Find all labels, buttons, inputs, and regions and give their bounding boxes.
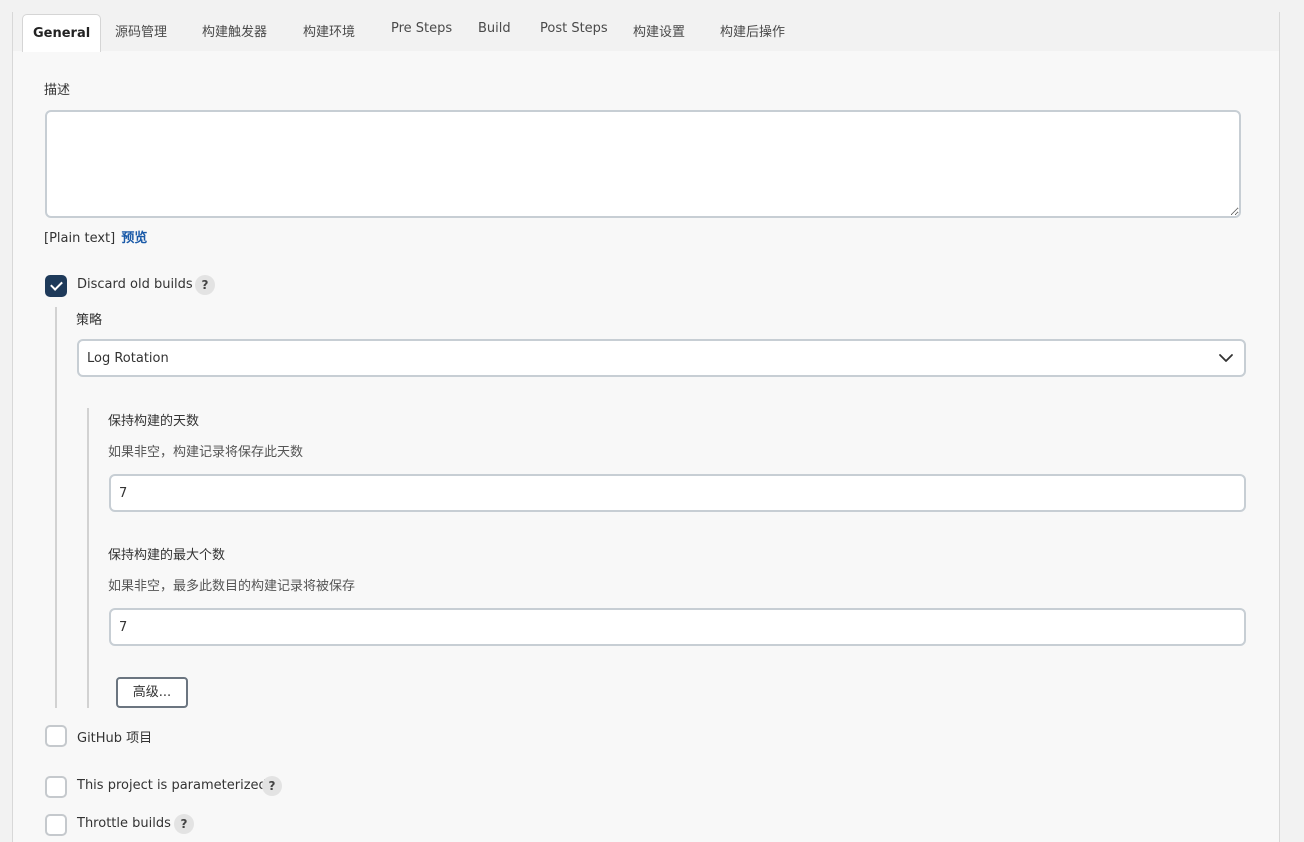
max-builds-label: 保持构建的最大个数 <box>108 548 226 563</box>
parameterized-help-icon[interactable]: ? <box>262 776 282 796</box>
format-hint: [Plain text] 预览 <box>44 227 147 246</box>
max-builds-input[interactable] <box>109 608 1246 646</box>
preview-link[interactable]: 预览 <box>121 231 147 246</box>
days-to-keep-hint: 如果非空，构建记录将保存此天数 <box>108 445 304 460</box>
tab-build-settings[interactable]: 构建设置 <box>633 21 685 40</box>
tab-post-steps[interactable]: Post Steps <box>540 21 608 36</box>
github-project-checkbox[interactable] <box>45 725 67 747</box>
strategy-selected-value: Log Rotation <box>87 351 169 366</box>
throttle-builds-label[interactable]: Throttle builds <box>77 816 171 831</box>
tab-bar: General 源码管理 构建触发器 构建环境 Pre Steps Build … <box>13 12 1279 52</box>
github-project-label[interactable]: GitHub 项目 <box>77 727 152 746</box>
strategy-select[interactable]: Log Rotation <box>77 339 1246 377</box>
discard-old-builds-label[interactable]: Discard old builds <box>77 277 193 292</box>
tab-build-environment[interactable]: 构建环境 <box>303 21 355 40</box>
advanced-button[interactable]: 高级... <box>116 677 188 708</box>
discard-section-indent-line <box>55 307 57 708</box>
strategy-label: 策略 <box>76 313 103 328</box>
tab-post-build-actions[interactable]: 构建后操作 <box>720 21 785 40</box>
tab-scm[interactable]: 源码管理 <box>115 21 167 40</box>
config-panel: General 源码管理 构建触发器 构建环境 Pre Steps Build … <box>12 12 1280 842</box>
days-to-keep-input[interactable] <box>109 474 1246 512</box>
plain-text-label: [Plain text] <box>44 231 116 246</box>
days-to-keep-label: 保持构建的天数 <box>108 414 200 429</box>
max-builds-hint: 如果非空，最多此数目的构建记录将被保存 <box>108 579 356 594</box>
log-rotation-indent-line <box>87 408 89 708</box>
tab-build-triggers[interactable]: 构建触发器 <box>202 21 267 40</box>
description-label: 描述 <box>44 83 71 98</box>
tab-build[interactable]: Build <box>478 21 511 36</box>
discard-old-builds-help-icon[interactable]: ? <box>195 275 215 295</box>
discard-old-builds-checkbox[interactable] <box>45 275 67 297</box>
throttle-builds-checkbox[interactable] <box>45 814 67 836</box>
tab-general[interactable]: General <box>22 14 102 52</box>
top-bar <box>0 0 1304 12</box>
parameterized-label[interactable]: This project is parameterized <box>77 778 267 793</box>
chevron-down-icon <box>1219 354 1233 362</box>
parameterized-checkbox[interactable] <box>45 776 67 798</box>
throttle-builds-help-icon[interactable]: ? <box>174 814 194 834</box>
description-textarea[interactable] <box>45 110 1241 218</box>
tab-pre-steps[interactable]: Pre Steps <box>391 21 452 36</box>
